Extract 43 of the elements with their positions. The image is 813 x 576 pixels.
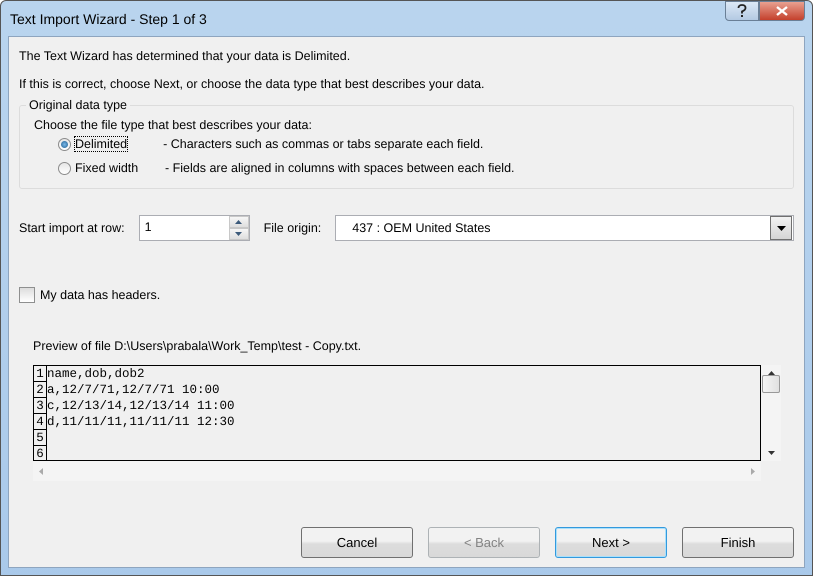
file-origin-dropdown[interactable]: 437 : OEM United States [335, 215, 794, 241]
vertical-scrollbar[interactable] [761, 365, 781, 461]
dropdown-arrow-icon[interactable] [776, 226, 786, 230]
preview-line: d,11/11/11,11/11/11 12:30 [47, 414, 235, 430]
preview-label: Preview of file D:\Users\prabala\Work_Temp\test - Copy.txt. [33, 339, 362, 353]
up-arrow-icon[interactable] [235, 220, 242, 224]
group-title: Original data type [26, 98, 130, 112]
wizard-button[interactable]: Next > [555, 527, 667, 558]
window-title: Text Import Wizard - Step 1 of 3 [9, 10, 207, 26]
option-label[interactable]: Delimited [75, 137, 128, 151]
close-icon [776, 6, 788, 16]
wizard-button[interactable]: Cancel [301, 527, 413, 558]
intro-text: The Text Wizard has determined that your data is Delimited. [19, 48, 352, 65]
wizard-button[interactable]: Finish [682, 527, 794, 558]
intro-text: If this is correct, choose Next, or choose the data type that best describes your data. [19, 76, 486, 93]
file-origin-label: File origin: [264, 221, 322, 235]
line-number: 5 [34, 430, 47, 446]
line-number: 2 [34, 382, 47, 398]
scroll-right-icon[interactable] [751, 468, 755, 474]
line-number: 1 [34, 366, 47, 382]
checkbox[interactable] [19, 287, 35, 303]
scroll-left-icon[interactable] [39, 468, 43, 474]
preview-line: name,dob,dob2 [47, 366, 145, 382]
option-label[interactable]: Fixed width [75, 161, 165, 175]
help-button[interactable] [725, 1, 759, 21]
checkbox-label[interactable]: My data has headers. [40, 288, 160, 302]
preview-line: a,12/7/71,12/7/71 10:00 [47, 382, 220, 398]
preview-line: c,12/13/14,12/13/14 11:00 [47, 398, 235, 414]
start-row-label: Start import at row: [19, 221, 125, 235]
radio-button[interactable] [58, 162, 71, 174]
option-description: - Characters such as commas or tabs separate each field. [163, 137, 484, 151]
question-mark-icon [737, 4, 747, 18]
down-arrow-icon[interactable] [235, 232, 242, 236]
start-row-spinner[interactable]: 1 [138, 215, 250, 241]
radio-button[interactable] [58, 138, 71, 150]
line-number: 4 [34, 414, 47, 430]
scroll-down-icon[interactable] [768, 451, 774, 455]
horizontal-scrollbar[interactable] [33, 461, 761, 481]
option-description: - Fields are aligned in columns with spaces between each field. [165, 161, 514, 175]
prompt-text: Choose the file type that best describes your data: [34, 118, 313, 132]
scroll-thumb[interactable] [762, 375, 780, 393]
close-button[interactable] [759, 1, 805, 21]
line-number: 3 [34, 398, 47, 414]
